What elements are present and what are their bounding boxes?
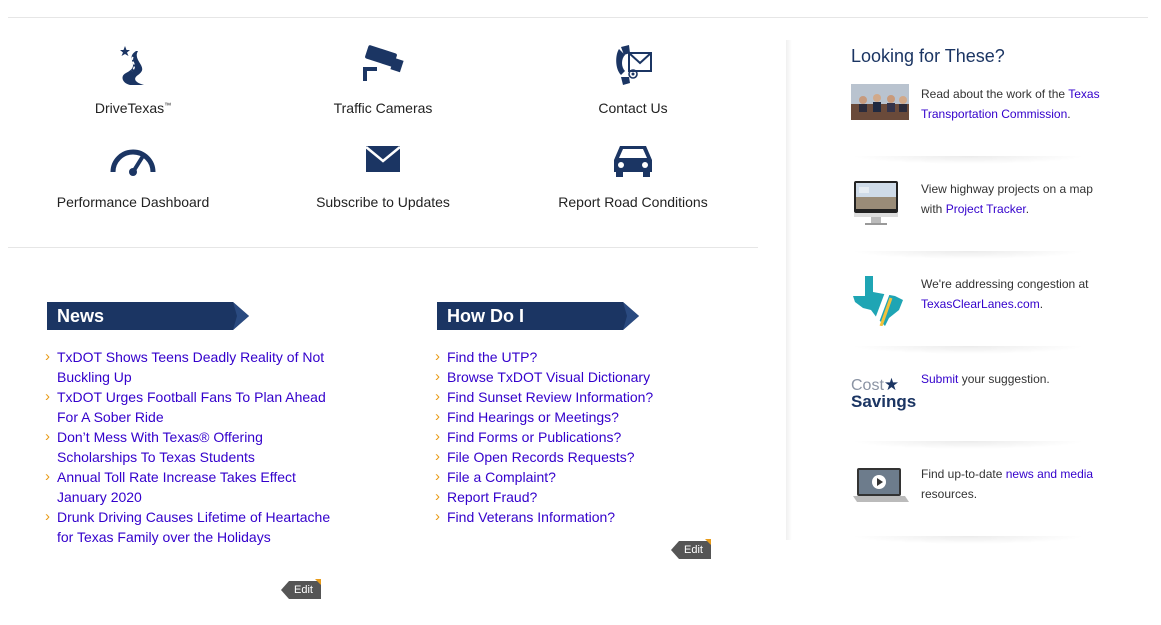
list-item[interactable]: Find Veterans Information? [407,507,727,527]
laptop-video-icon [851,464,911,514]
news-link[interactable]: Annual Toll Rate Increase Takes Effect J… [47,467,337,507]
sidebar-item-text: Find up-to-date news and media resources… [921,467,1094,501]
how-do-i-title: How Do I [447,306,524,326]
how-do-i-banner: How Do I [437,302,639,330]
list-item[interactable]: TxDOT Shows Teens Deadly Reality of Not … [17,347,337,387]
road-star-icon [8,40,258,90]
list-item[interactable]: Find Forms or Publications? [407,427,727,447]
how-do-i-link[interactable]: Browse TxDOT Visual Dictionary [437,367,727,387]
sidebar-item-text: Submit your suggestion. [921,372,1050,386]
sidebar-item-text: View highway projects on a map with Proj… [921,182,1093,216]
edit-label: Edit [684,544,703,556]
how-do-i-link[interactable]: Report Fraud? [437,487,727,507]
how-do-i-list: Find the UTP? Browse TxDOT Visual Dictio… [407,347,727,527]
subscribe-updates-label: Subscribe to Updates [316,194,450,210]
gauge-icon [8,134,258,184]
list-item[interactable]: TxDOT Urges Football Fans To Plan Ahead … [17,387,337,427]
news-section: News TxDOT Shows Teens Deadly Reality of… [45,302,337,547]
list-item[interactable]: Browse TxDOT Visual Dictionary [407,367,727,387]
report-road-conditions-link[interactable]: Report Road Conditions [508,134,758,210]
report-road-conditions-label: Report Road Conditions [558,194,708,210]
clear-lanes-link[interactable]: TexasClearLanes.com [921,297,1040,311]
sidebar-divider [786,40,792,540]
sidebar-item-text: Read about the work of the Texas Transpo… [921,87,1100,121]
sidebar-separator [851,156,1086,164]
submit-link[interactable]: Submit [921,372,958,386]
section-divider [8,247,758,248]
list-item[interactable]: Drunk Driving Causes Lifetime of Heartac… [17,507,337,547]
edit-label: Edit [294,584,313,596]
sidebar-title: Looking for These? [851,46,1005,66]
texas-clear-lanes-logo [851,274,911,327]
traffic-cameras-link[interactable]: Traffic Cameras [258,40,508,116]
list-item[interactable]: File Open Records Requests? [407,447,727,467]
commission-photo [851,84,911,134]
list-item[interactable]: Annual Toll Rate Increase Takes Effect J… [17,467,337,507]
list-item[interactable]: Find Hearings or Meetings? [407,407,727,427]
cost-savings-logo: Cost★ Savings [851,375,917,411]
how-do-i-link[interactable]: File a Complaint? [437,467,727,487]
top-divider [8,17,1148,18]
news-link[interactable]: Drunk Driving Causes Lifetime of Heartac… [47,507,337,547]
how-do-i-link[interactable]: File Open Records Requests? [437,447,727,467]
news-edit-button[interactable]: Edit [281,579,321,599]
traffic-cameras-label: Traffic Cameras [333,100,433,116]
performance-dashboard-link[interactable]: Performance Dashboard [8,134,258,210]
list-item[interactable]: Find the UTP? [407,347,727,367]
news-link[interactable]: TxDOT Urges Football Fans To Plan Ahead … [47,387,337,427]
how-do-i-link[interactable]: Find Forms or Publications? [437,427,727,447]
news-title: News [57,306,105,326]
list-item[interactable]: Report Fraud? [407,487,727,507]
news-media-link[interactable]: news and media [1006,467,1093,481]
sidebar-separator [851,536,1086,544]
monitor-map-icon [851,179,911,229]
how-do-i-link[interactable]: Find Veterans Information? [437,507,727,527]
list-item[interactable]: Don’t Mess With Texas® Offering Scholars… [17,427,337,467]
how-do-i-section: How Do I Find the UTP? Browse TxDOT Visu… [435,302,727,527]
envelope-icon [258,134,508,184]
how-do-i-link[interactable]: Find Hearings or Meetings? [437,407,727,427]
news-link[interactable]: TxDOT Shows Teens Deadly Reality of Not … [47,347,337,387]
news-banner: News [47,302,249,330]
sidebar-separator [851,251,1086,259]
contact-us-label: Contact Us [598,100,668,116]
sidebar-separator [851,346,1086,354]
performance-dashboard-label: Performance Dashboard [56,194,210,210]
drivetexas-label: DriveTexas™ [94,100,172,116]
drivetexas-link[interactable]: DriveTexas™ [8,40,258,116]
list-item[interactable]: File a Complaint? [407,467,727,487]
sidebar-separator [851,441,1086,449]
phone-mail-icon [508,40,758,90]
contact-us-link[interactable]: Contact Us [508,40,758,116]
project-tracker-link[interactable]: Project Tracker [946,202,1026,216]
sidebar: Looking for These? Read about the work o… [851,46,1101,544]
news-link[interactable]: Don’t Mess With Texas® Offering Scholars… [47,427,337,467]
subscribe-updates-link[interactable]: Subscribe to Updates [258,134,508,210]
sidebar-item-text: We're addressing congestion at TexasClea… [921,277,1089,311]
how-do-i-edit-button[interactable]: Edit [671,539,711,559]
camera-icon [258,40,508,90]
car-icon [508,134,758,184]
list-item[interactable]: Find Sunset Review Information? [407,387,727,407]
news-list: TxDOT Shows Teens Deadly Reality of Not … [17,347,337,547]
how-do-i-link[interactable]: Find the UTP? [437,347,727,367]
how-do-i-link[interactable]: Find Sunset Review Information? [437,387,727,407]
